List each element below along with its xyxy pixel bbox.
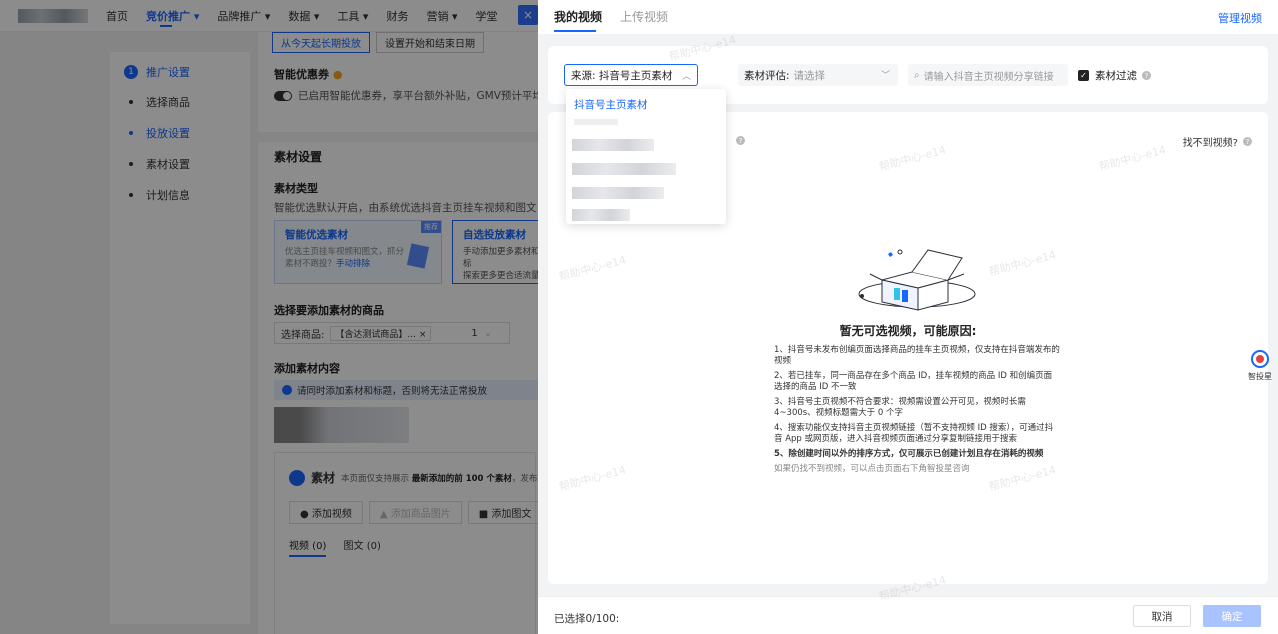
- dropdown-option[interactable]: [572, 139, 654, 151]
- empty-reasons: 1、抖音号未发布创编页面选择商品的挂车主页视频，仅支持在抖音端发布的视频 2、若…: [774, 345, 1060, 479]
- search-input[interactable]: ⌕ 请输入抖音主页视频分享链接: [908, 64, 1068, 86]
- empty-title: 暂无可选视频，可能原因:: [839, 324, 977, 338]
- reason-item: 3、抖音号主页视频不符合要求：视频需设置公开可见，视频时长需 4~300s、视频…: [774, 397, 1026, 418]
- question-icon: ?: [1243, 137, 1252, 146]
- reason-item: 1、抖音号未发布创编页面选择商品的挂车主页视频，仅支持在抖音端发布的视频: [774, 345, 1060, 366]
- dropdown-option[interactable]: [572, 163, 676, 175]
- tab-my-videos[interactable]: 我的视频: [554, 8, 602, 32]
- dropdown-option[interactable]: [572, 187, 664, 199]
- dropdown-option-douyin-home[interactable]: 抖音号主页素材: [574, 97, 648, 112]
- cancel-button[interactable]: 取消: [1133, 605, 1191, 627]
- question-icon[interactable]: ?: [736, 136, 745, 145]
- assistant-widget[interactable]: 智投星: [1244, 350, 1276, 382]
- help-link[interactable]: 找不到视频??: [1183, 134, 1252, 149]
- source-select[interactable]: 来源: 抖音号主页素材 ︿: [564, 64, 698, 86]
- manage-videos-link[interactable]: 管理视频: [1218, 10, 1262, 26]
- drawer-tabs: 我的视频 上传视频 管理视频: [538, 0, 1278, 34]
- drawer-footer: 已选择0/100: 取消 确定: [538, 596, 1278, 634]
- modal-overlay[interactable]: [0, 0, 538, 634]
- confirm-button[interactable]: 确定: [1203, 605, 1261, 627]
- search-icon: ⌕: [914, 69, 920, 81]
- empty-box-illustration: [858, 249, 976, 311]
- selected-count: 已选择0/100:: [554, 613, 620, 625]
- tab-upload-video[interactable]: 上传视频: [620, 8, 668, 25]
- reason-item: 5、除创建时间以外的排序方式，仅可展示已创建计划且存在消耗的视频: [774, 449, 1044, 459]
- assistant-icon: [1251, 350, 1269, 368]
- source-dropdown-menu: 抖音号主页素材: [566, 89, 726, 224]
- video-select-drawer: 我的视频 上传视频 管理视频 来源: 抖音号主页素材 ︿ 素材评估: 请选择 ﹀ ⌕ 请…: [538, 0, 1278, 634]
- question-icon[interactable]: ?: [1142, 71, 1151, 80]
- chevron-down-icon: ﹀: [880, 71, 890, 81]
- reason-item: 4、搜索功能仅支持抖音主页视频链接（暂不支持视频 ID 搜索），可通过抖音 Ap…: [774, 423, 1054, 444]
- dropdown-option[interactable]: [574, 119, 618, 125]
- reason-footnote: 如果仍找不到视频，可以点击页面右下角智投星咨询: [774, 464, 970, 474]
- reason-item: 2、若已挂车，同一商品存在多个商品 ID，挂车视频的商品 ID 和创编页面选择的…: [774, 371, 1053, 392]
- eval-select[interactable]: 素材评估: 请选择 ﹀: [738, 64, 898, 86]
- check-icon: ✓: [1078, 70, 1089, 81]
- chevron-up-icon: ︿: [681, 72, 691, 82]
- material-filter-checkbox[interactable]: ✓ 素材过滤?: [1078, 68, 1151, 83]
- dropdown-option[interactable]: [572, 209, 630, 221]
